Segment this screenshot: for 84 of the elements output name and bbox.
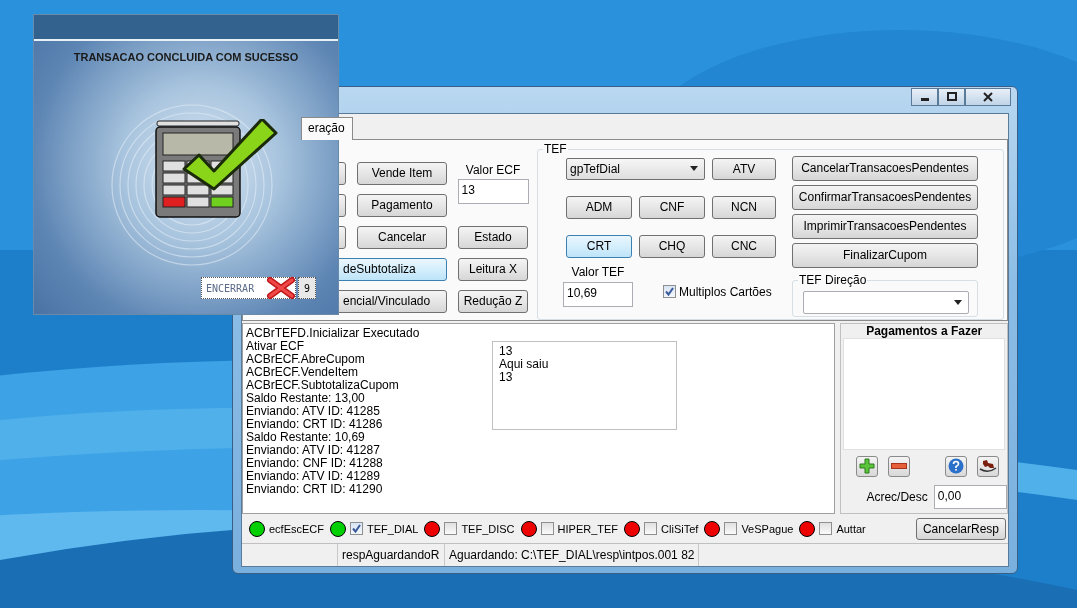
status-text: Aguardando: C:\TEF_DIAL\resp\intpos.001 82 <box>449 548 695 563</box>
close-icon <box>983 92 993 102</box>
rocking-horse-icon <box>979 458 997 475</box>
checkbox[interactable] <box>819 522 833 536</box>
log-line: Ativar ECF <box>246 339 305 353</box>
field-label: Acrec/Desc <box>866 489 928 504</box>
action-button[interactable]: CNC <box>712 234 776 258</box>
countdown-badge: 9 <box>298 277 316 299</box>
indicator-label: CliSiTef <box>661 522 699 535</box>
log-line: Saldo Restante: 13,00 <box>246 391 365 405</box>
action-button[interactable]: NCN <box>712 195 776 219</box>
memo-line: 13 <box>499 344 514 358</box>
minimize-button[interactable] <box>911 88 938 106</box>
indicator-label: Auttar <box>836 522 866 535</box>
action-button[interactable]: ImprimirTransacoesPendentes <box>792 213 978 239</box>
log-line: Enviando: ATV ID: 41289 <box>246 469 381 483</box>
log-line: Enviando: ATV ID: 41285 <box>246 404 381 418</box>
field-label: Valor ECF <box>465 162 521 177</box>
checkbox[interactable] <box>350 522 363 536</box>
action-button[interactable]: Pagamento <box>357 193 447 217</box>
indicator-label: HIPER_TEF <box>557 522 619 535</box>
log-line: Enviando: CRT ID: 41290 <box>246 482 384 496</box>
log-line: Enviando: CNF ID: 41288 <box>246 456 384 470</box>
checkbox[interactable] <box>540 522 554 536</box>
group-label: TEF <box>543 141 568 156</box>
caret-icon <box>690 166 698 172</box>
input-field[interactable]: 10,69 <box>563 281 633 307</box>
tab[interactable]: eração <box>301 116 353 140</box>
action-button[interactable]: ConfirmarTransacoesPendentes <box>792 184 978 210</box>
dropdown[interactable]: gpTefDial <box>566 157 705 180</box>
checkbox[interactable] <box>724 522 738 536</box>
cancel-button[interactable]: CancelarResp <box>915 517 1006 540</box>
action-button[interactable]: Cancelar <box>357 225 447 249</box>
minus-icon <box>891 463 908 470</box>
action-button[interactable]: ADM <box>566 195 632 219</box>
indicator-label: VeSPague <box>741 522 794 535</box>
log-line: Enviando: CRT ID: 41286 <box>246 417 384 431</box>
checkbox[interactable]: Multiplos Cartões <box>663 284 772 299</box>
indicator-label: TEF_DISC <box>461 522 515 535</box>
action-button[interactable]: CancelarTransacoesPendentes <box>792 155 978 181</box>
action-button[interactable]: FinalizarCupom <box>792 242 978 268</box>
dropdown[interactable] <box>803 290 969 314</box>
indicator-label: ecfEscECF <box>269 522 324 535</box>
caret-icon <box>954 299 962 305</box>
group-label: TEF Direção <box>798 272 868 287</box>
log-line: Enviando: ATV ID: 41287 <box>246 443 381 457</box>
tool-button[interactable] <box>977 455 999 477</box>
close-button[interactable] <box>965 88 1011 106</box>
memo-line: Aqui saiu <box>499 357 550 371</box>
log-line: ACBrECF.VendeItem <box>246 365 359 379</box>
action-button[interactable]: CHQ <box>639 234 705 258</box>
log-line: ACBrTEFD.Inicializar Executado <box>246 326 421 340</box>
input-field[interactable]: 0,00 <box>933 484 1007 509</box>
dialog-message: TRANSACAO CONCLUIDA COM SUCESSO <box>73 51 299 63</box>
action-button[interactable]: Vende Item <box>357 161 447 185</box>
plus-icon <box>859 458 876 475</box>
log-line: ACBrECF.SubtotalizaCupom <box>246 378 400 392</box>
maximize-icon <box>946 92 957 102</box>
action-button[interactable]: Leitura X <box>458 257 528 281</box>
memo-line: 13 <box>499 370 513 384</box>
action-button[interactable]: Redução Z <box>458 289 528 313</box>
action-button[interactable]: ATV <box>712 157 776 180</box>
indicator-label: TEF_DIAL <box>367 522 419 535</box>
help-icon <box>948 458 964 475</box>
help-button[interactable] <box>945 455 967 477</box>
check-icon <box>664 286 675 298</box>
checkbox[interactable] <box>644 522 658 536</box>
action-button[interactable]: Estado <box>458 225 528 249</box>
log-line: Saldo Restante: 10,69 <box>246 430 366 444</box>
status-text: respAguardandoR <box>342 548 440 563</box>
remove-button[interactable] <box>888 455 911 477</box>
input-field[interactable]: 13 <box>457 178 529 204</box>
panel-title: Pagamentos a Fazer <box>865 323 984 338</box>
memo-box[interactable]: 13 Aqui saiu 13 <box>492 340 677 430</box>
log-line: ACBrECF.AbreCupom <box>246 352 366 366</box>
close-button[interactable]: ENCERRAR <box>201 277 296 299</box>
action-button[interactable]: CRT <box>566 234 632 258</box>
field-label: Valor TEF <box>571 264 625 279</box>
maximize-button[interactable] <box>938 88 965 106</box>
check-icon <box>351 523 362 535</box>
checkbox[interactable] <box>444 522 458 536</box>
add-button[interactable] <box>856 455 879 477</box>
action-button[interactable]: CNF <box>639 195 705 219</box>
close-icon <box>267 276 295 300</box>
